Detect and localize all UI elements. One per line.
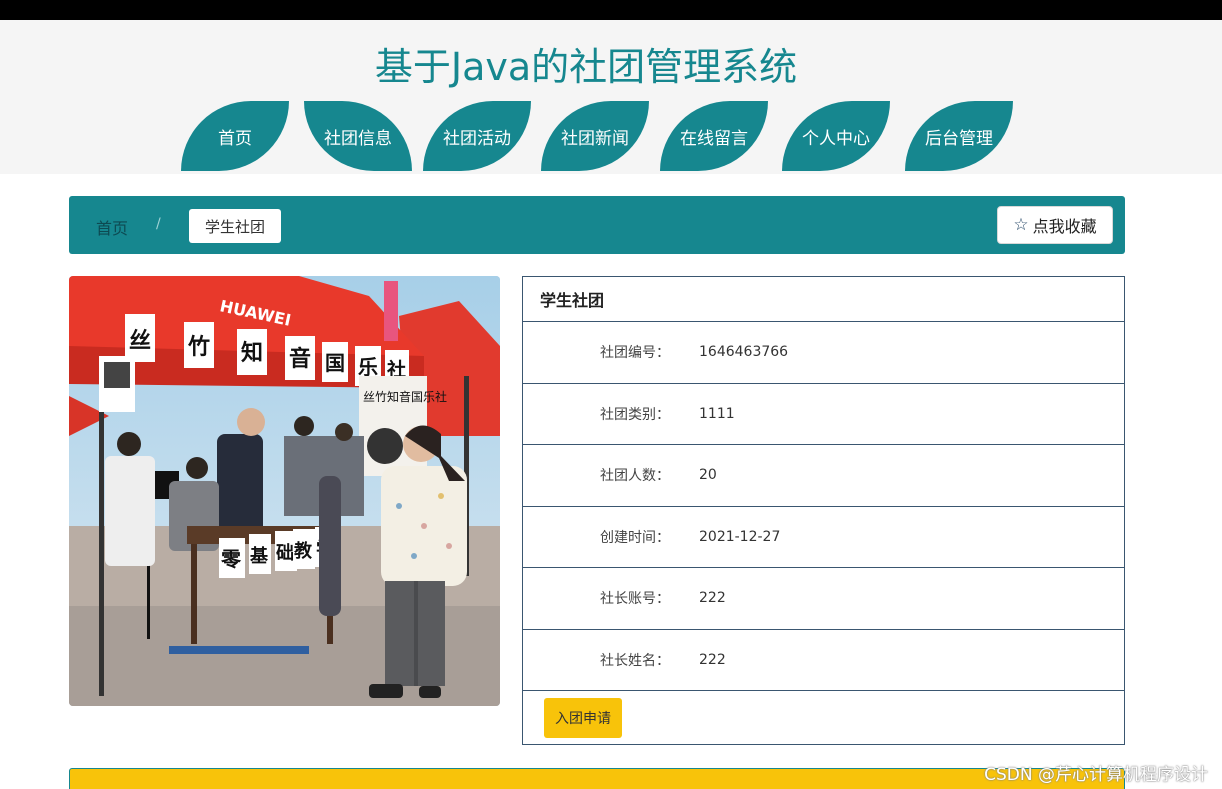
detail-value: 20 bbox=[699, 467, 717, 484]
bottom-yellow-bar bbox=[69, 768, 1125, 789]
detail-value: 222 bbox=[699, 590, 726, 607]
nav-club-news[interactable]: 社团新闻 bbox=[541, 101, 649, 171]
detail-value: 222 bbox=[699, 651, 726, 668]
detail-key: 社长账号： bbox=[600, 591, 670, 608]
detail-value: 2021-12-27 bbox=[699, 528, 781, 545]
detail-key: 社长姓名： bbox=[600, 652, 670, 669]
site-title: 基于Java的社团管理系统 bbox=[374, 45, 798, 89]
detail-row-club-category: 社团类别： 1111 bbox=[523, 384, 1124, 445]
club-sign-text: 丝竹知音国乐社 bbox=[363, 389, 447, 404]
breadcrumb-separator: / bbox=[156, 216, 161, 232]
detail-row-leader-name: 社长姓名： 222 bbox=[523, 630, 1124, 691]
breadcrumb-home-link[interactable]: 首页 bbox=[96, 215, 128, 239]
star-outline-icon: ☆ bbox=[1013, 215, 1029, 235]
favorite-button[interactable]: ☆ 点我收藏 bbox=[997, 206, 1113, 244]
table-char-2: 基 bbox=[249, 545, 269, 567]
banner-char-5: 国 bbox=[325, 351, 345, 375]
favorite-label: 点我收藏 bbox=[1032, 217, 1097, 236]
nav-club-info[interactable]: 社团信息 bbox=[304, 101, 412, 171]
club-detail-title: 学生社团 bbox=[523, 277, 1124, 322]
top-black-bar bbox=[0, 0, 1222, 20]
detail-value: 1646463766 bbox=[699, 344, 789, 361]
detail-value: 1111 bbox=[699, 405, 735, 422]
detail-key: 创建时间： bbox=[600, 529, 670, 546]
table-char-4: 教 bbox=[294, 540, 313, 562]
nav-club-activities[interactable]: 社团活动 bbox=[423, 101, 531, 171]
breadcrumb-current: 学生社团 bbox=[189, 209, 282, 243]
detail-row-leader-account: 社长账号： 222 bbox=[523, 568, 1124, 630]
table-char-3: 础 bbox=[276, 543, 294, 564]
banner-char-2: 竹 bbox=[187, 334, 210, 360]
nav-online-message[interactable]: 在线留言 bbox=[660, 101, 768, 171]
club-detail-panel: 学生社团 社团编号： 1646463766 社团类别： 1111 社团人数： 2… bbox=[522, 276, 1125, 745]
watermark-text: CSDN @芹心计算机程序设计 bbox=[984, 765, 1208, 785]
detail-key: 社团类别： bbox=[600, 406, 670, 423]
detail-row-created-time: 创建时间： 2021-12-27 bbox=[523, 507, 1124, 568]
join-button-wrap: 入团申请 bbox=[523, 691, 1124, 744]
banner-char-3: 知 bbox=[241, 340, 263, 366]
breadcrumb-bar: 首页 / 学生社团 ☆ 点我收藏 bbox=[69, 196, 1125, 254]
table-char-1: 零 bbox=[220, 547, 242, 571]
nav-home[interactable]: 首页 bbox=[181, 101, 289, 171]
nav-personal-center[interactable]: 个人中心 bbox=[782, 101, 890, 171]
detail-row-member-count: 社团人数： 20 bbox=[523, 445, 1124, 507]
detail-key: 社团人数： bbox=[600, 468, 670, 485]
detail-key: 社团编号： bbox=[600, 345, 670, 362]
main-nav: 首页 社团信息 社团活动 社团新闻 在线留言 个人中心 后台管理 bbox=[0, 101, 1222, 171]
nav-admin[interactable]: 后台管理 bbox=[905, 101, 1013, 171]
banner-char-6: 乐 bbox=[358, 355, 378, 379]
banner-char-4: 音 bbox=[289, 346, 311, 372]
club-photo: HUAWEI 丝 竹 知 音 国 乐 社 丝竹知音国乐社 零 基 础 教 bbox=[69, 276, 500, 706]
club-photo-illustration: HUAWEI 丝 竹 知 音 国 乐 社 丝竹知音国乐社 零 基 础 教 bbox=[69, 276, 500, 706]
join-club-button[interactable]: 入团申请 bbox=[544, 697, 622, 738]
detail-row-club-id: 社团编号： 1646463766 bbox=[523, 322, 1124, 384]
banner-char-1: 丝 bbox=[129, 328, 151, 354]
